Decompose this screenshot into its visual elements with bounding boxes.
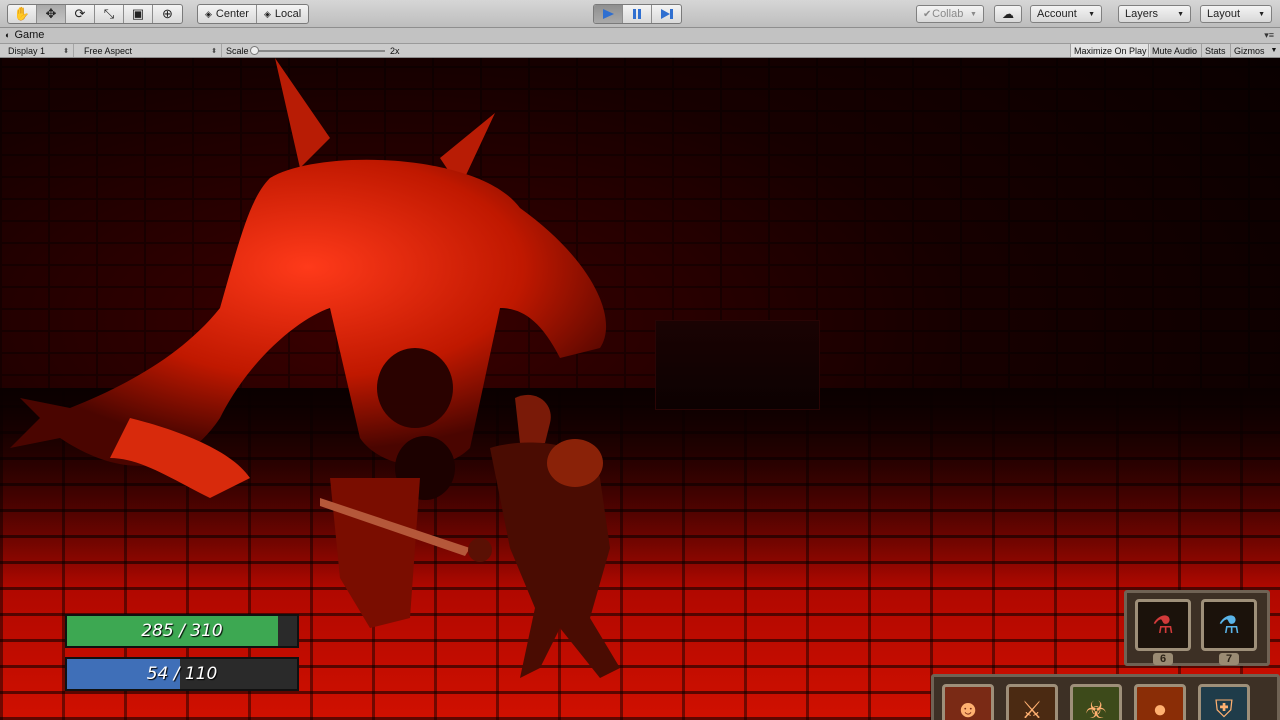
skill-bar: ☻ ⚔ ☣ ● ⛨ bbox=[931, 674, 1280, 720]
chevron-down-icon: ▼ bbox=[1270, 47, 1278, 54]
layers-label: Layers bbox=[1125, 8, 1159, 20]
move-tool-icon: ✥ bbox=[45, 6, 57, 21]
play-controls bbox=[593, 4, 682, 24]
gizmos-label: Gizmos bbox=[1234, 45, 1265, 56]
scale-slider-handle[interactable] bbox=[250, 46, 259, 55]
skill-fire-slash-icon: ⚔ bbox=[1021, 696, 1043, 720]
chevron-down-icon: ▼ bbox=[970, 10, 977, 18]
chevron-down-icon: ▼ bbox=[1177, 10, 1184, 18]
mana-text: 54 / 110 bbox=[146, 664, 218, 684]
health-text: 285 / 310 bbox=[141, 621, 223, 641]
account-label: Account bbox=[1037, 8, 1077, 20]
display-dropdown[interactable]: Display 1 ⬍ bbox=[4, 44, 74, 57]
chevron-down-icon: ▼ bbox=[1088, 10, 1095, 18]
rotate-tool-icon: ⟳ bbox=[74, 6, 86, 21]
mana-potion-count: 7 bbox=[1219, 653, 1239, 665]
scale-slider-track[interactable] bbox=[253, 50, 385, 52]
health-potion-count: 6 bbox=[1153, 653, 1173, 665]
editor-toolbar: ✋ ✥ ⟳ ⤡ ▣ ⊕ ◈ Center ◈ Local ✔ Collab ▼ ☁ Acc… bbox=[0, 0, 1280, 28]
health-potion-icon: ⚗ bbox=[1152, 611, 1174, 639]
health-bar: 285 / 310 bbox=[65, 614, 299, 648]
mana-potion-slot[interactable]: ⚗ bbox=[1201, 599, 1257, 651]
skill-fire-slash-slot[interactable]: ⚔ bbox=[1006, 684, 1058, 720]
pivot-local-button[interactable]: ◈ Local bbox=[257, 5, 308, 23]
scale-value: 2x bbox=[390, 45, 400, 56]
scale-label: Scale bbox=[226, 45, 249, 56]
local-icon: ◈ bbox=[263, 8, 271, 19]
pause-button[interactable] bbox=[623, 5, 652, 23]
tab-game[interactable]: ◐ Game bbox=[5, 29, 44, 41]
pivot-icon: ◈ bbox=[205, 8, 212, 19]
step-button[interactable] bbox=[652, 5, 681, 23]
chevron-down-icon: ▼ bbox=[1258, 10, 1265, 18]
hand-tool-icon: ✋ bbox=[13, 6, 31, 21]
layout-label: Layout bbox=[1207, 8, 1241, 20]
pivot-center-button[interactable]: ◈ Center bbox=[198, 5, 257, 23]
rotate-tool-button[interactable]: ⟳ bbox=[66, 5, 95, 23]
game-view-options-bar: Display 1 ⬍ Free Aspect ⬍ Scale 2x Maxim… bbox=[0, 44, 1280, 58]
cloud-button[interactable]: ☁ bbox=[994, 5, 1022, 23]
panel-menu-icon[interactable]: ▾≡ bbox=[1264, 30, 1274, 41]
skill-fireball-slot[interactable]: ● bbox=[1134, 684, 1186, 720]
scale-tool-icon: ⤡ bbox=[103, 6, 115, 21]
skill-shield-slot[interactable]: ⛨ bbox=[1198, 684, 1250, 720]
scale-tool-button[interactable]: ⤡ bbox=[95, 5, 124, 23]
transform-tool-button[interactable]: ⊕ bbox=[153, 5, 182, 23]
skill-beast-icon: ☣ bbox=[1085, 696, 1107, 720]
health-potion-slot[interactable]: ⚗ bbox=[1135, 599, 1191, 651]
updown-arrows-icon: ⬍ bbox=[211, 47, 217, 55]
potion-belt: ⚗ 6 ⚗ 7 bbox=[1124, 590, 1270, 666]
skill-fireball-icon: ● bbox=[1152, 696, 1168, 720]
mana-bar: 54 / 110 bbox=[65, 657, 299, 691]
game-view[interactable]: 285 / 310 54 / 110 ⚗ 6 ⚗ 7 ☻ ⚔ ☣ ● ⛨ bbox=[0, 58, 1280, 720]
skill-strike-slot[interactable]: ☻ bbox=[942, 684, 994, 720]
collab-dropdown[interactable]: ✔ Collab ▼ bbox=[916, 5, 984, 23]
transform-tool-icon: ⊕ bbox=[162, 6, 173, 21]
cloud-icon: ☁ bbox=[1002, 7, 1014, 21]
pivot-center-label: Center bbox=[215, 8, 249, 20]
step-icon bbox=[660, 9, 673, 19]
hand-tool-button[interactable]: ✋ bbox=[8, 5, 37, 23]
account-dropdown[interactable]: Account ▼ bbox=[1030, 5, 1102, 23]
play-icon bbox=[603, 9, 614, 19]
collab-check-icon: ✔ bbox=[923, 8, 932, 20]
display-label: Display 1 bbox=[8, 45, 46, 56]
maximize-on-play-toggle[interactable]: Maximize On Play bbox=[1070, 44, 1150, 57]
play-button[interactable] bbox=[594, 5, 623, 23]
game-tab-label: Game bbox=[14, 29, 45, 41]
layout-dropdown[interactable]: Layout ▼ bbox=[1200, 5, 1272, 23]
pause-icon bbox=[633, 9, 641, 19]
updown-arrows-icon: ⬍ bbox=[63, 47, 69, 55]
pivot-local-label: Local bbox=[274, 8, 302, 20]
warrior-hero bbox=[320, 394, 620, 678]
layers-dropdown[interactable]: Layers ▼ bbox=[1118, 5, 1191, 23]
transform-tools: ✋ ✥ ⟳ ⤡ ▣ ⊕ bbox=[7, 4, 183, 24]
aspect-dropdown[interactable]: Free Aspect ⬍ bbox=[80, 44, 222, 57]
skill-strike-icon: ☻ bbox=[955, 696, 981, 720]
game-controller-icon: ◐ bbox=[5, 30, 11, 40]
move-tool-button[interactable]: ✥ bbox=[37, 5, 66, 23]
pivot-toggles: ◈ Center ◈ Local bbox=[197, 4, 310, 24]
mana-potion-icon: ⚗ bbox=[1218, 611, 1240, 639]
stats-toggle[interactable]: Stats bbox=[1201, 44, 1229, 57]
rect-tool-icon: ▣ bbox=[131, 6, 145, 21]
gizmos-dropdown[interactable]: Gizmos ▼ bbox=[1230, 44, 1280, 57]
aspect-label: Free Aspect bbox=[84, 45, 133, 56]
mute-audio-toggle[interactable]: Mute Audio bbox=[1148, 44, 1200, 57]
skill-beast-slot[interactable]: ☣ bbox=[1070, 684, 1122, 720]
collab-label: Collab bbox=[932, 8, 964, 20]
game-tab-bar: ◐ Game ▾≡ bbox=[0, 28, 1280, 44]
rect-tool-button[interactable]: ▣ bbox=[124, 5, 153, 23]
skill-shield-icon: ⛨ bbox=[1215, 696, 1233, 720]
